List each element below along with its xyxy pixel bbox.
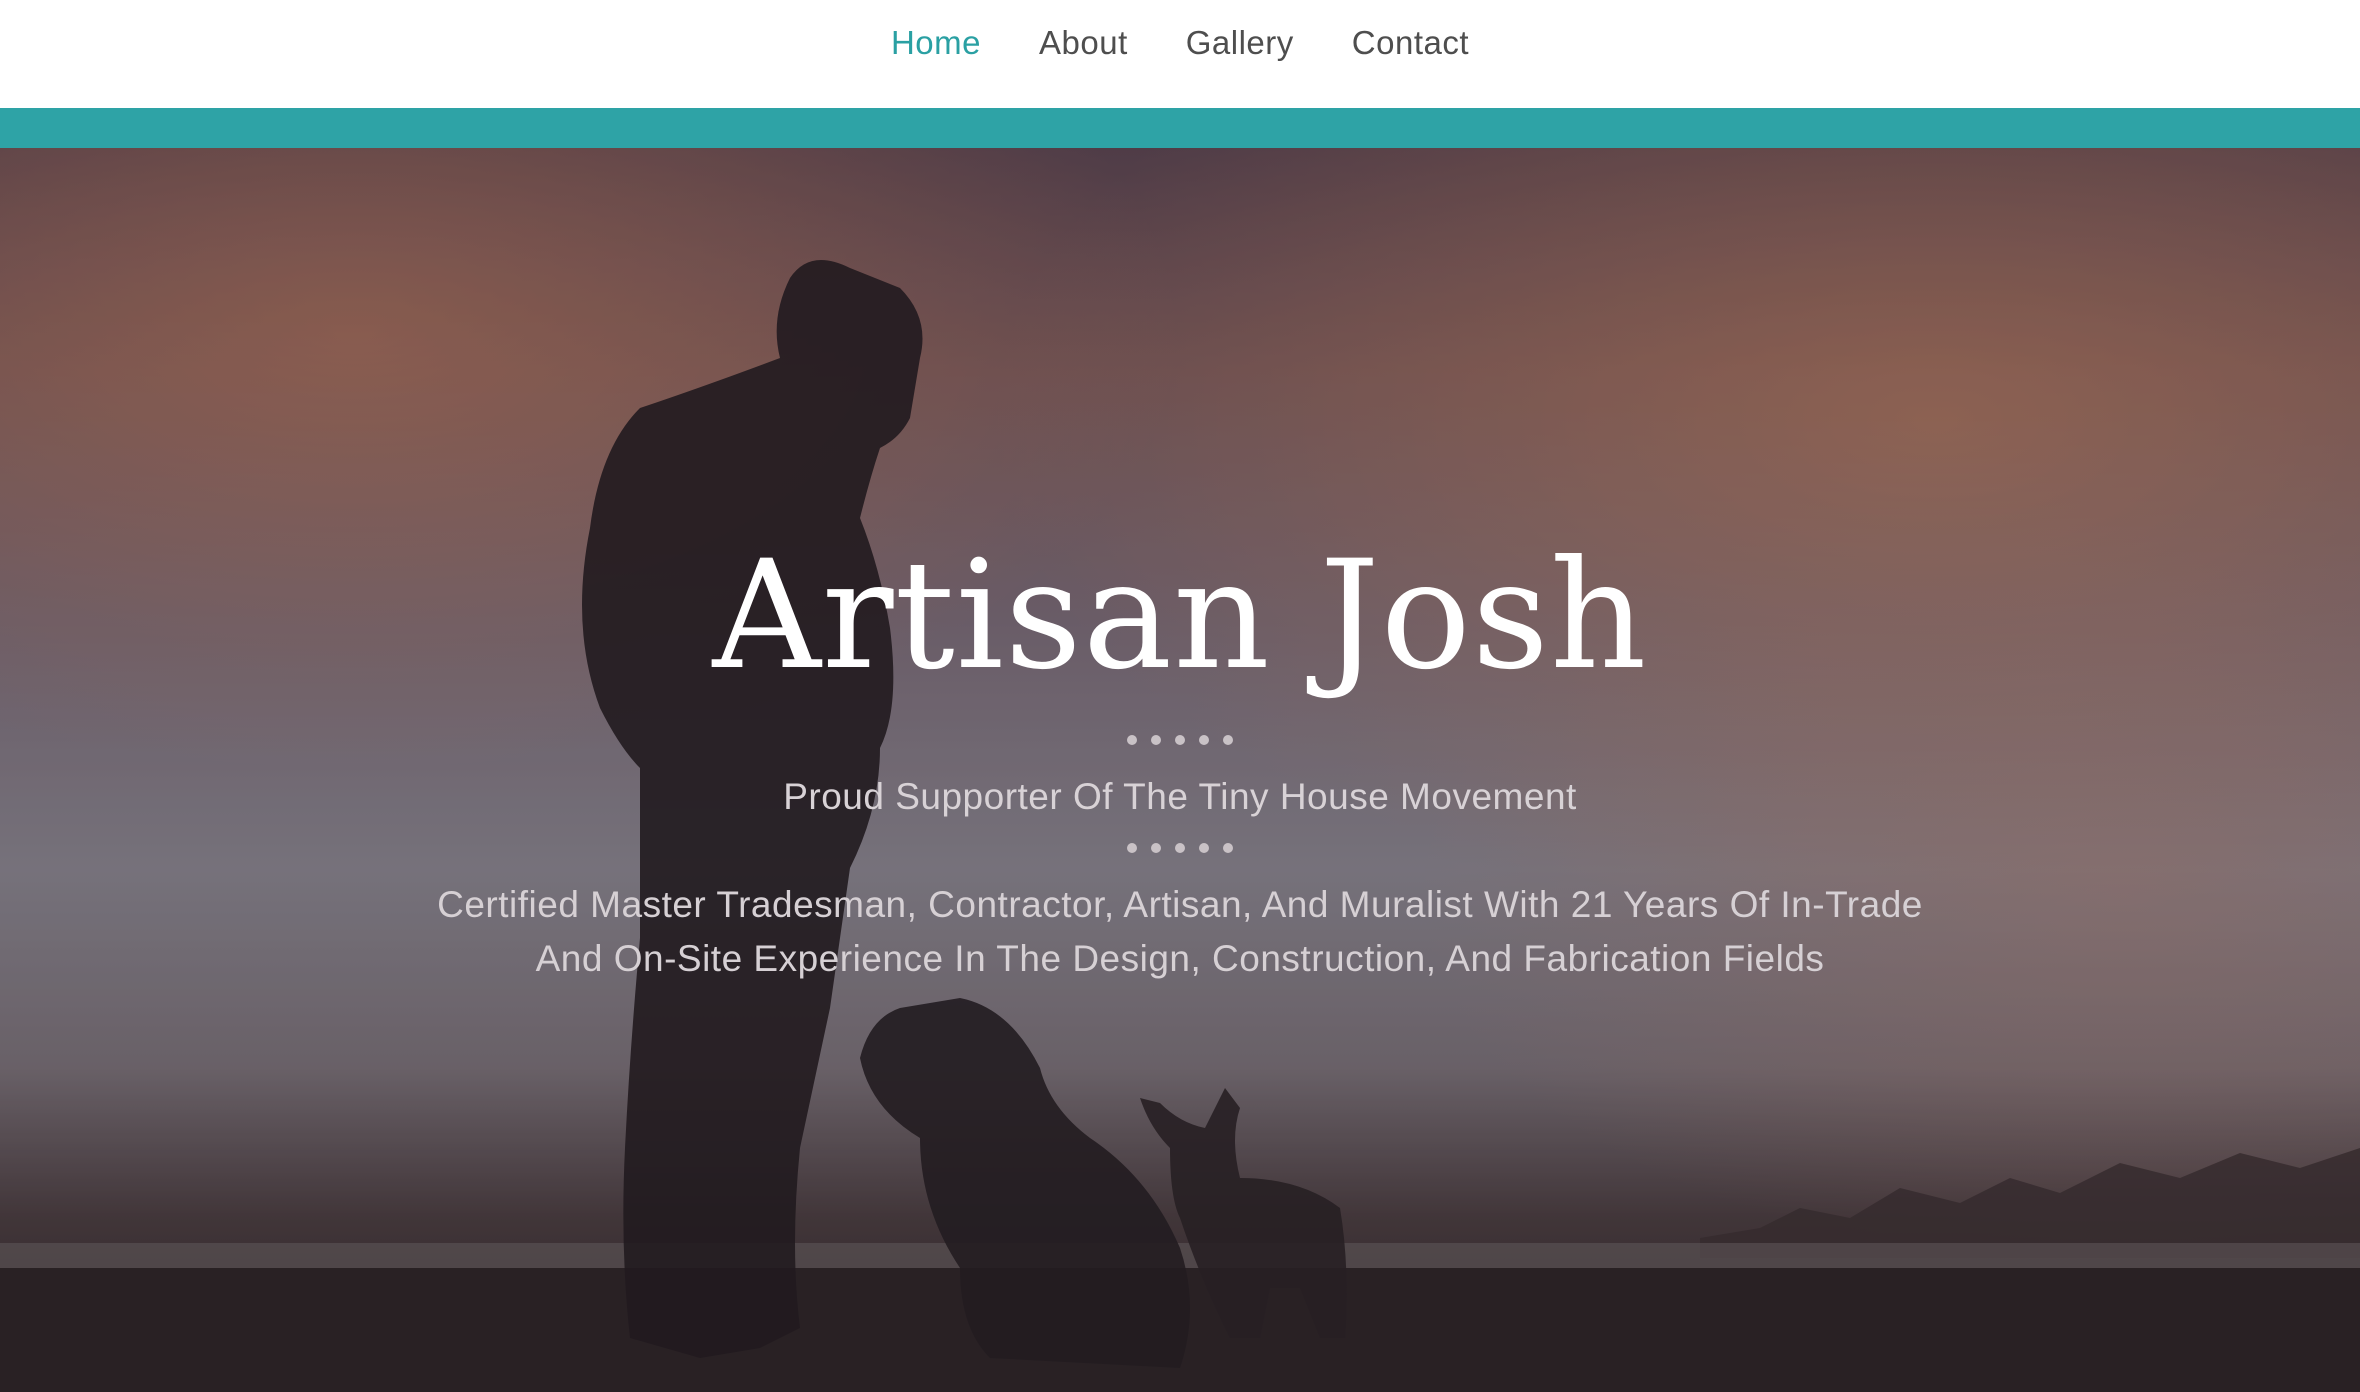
top-navigation: Home About Gallery Contact bbox=[0, 0, 2360, 108]
hero-title: Artisan Josh bbox=[712, 529, 1648, 703]
hero-description: Certified Master Tradesman, Contractor, … bbox=[437, 884, 1923, 979]
nav-link-gallery[interactable]: Gallery bbox=[1186, 24, 1294, 62]
dot-divider-bottom bbox=[0, 843, 2360, 857]
nav-link-home[interactable]: Home bbox=[891, 24, 981, 62]
nav-link-contact[interactable]: Contact bbox=[1352, 24, 1469, 62]
accent-bar bbox=[0, 108, 2360, 148]
dot-divider-top bbox=[0, 735, 2360, 749]
hero-subtitle: Proud Supporter Of The Tiny House Moveme… bbox=[783, 776, 1577, 817]
main-nav: Home About Gallery Contact bbox=[0, 0, 2360, 86]
hero-content: Artisan Josh Proud Supporter Of The Tiny… bbox=[0, 148, 2360, 1392]
nav-link-about[interactable]: About bbox=[1039, 24, 1128, 62]
hero-section: Artisan Josh Proud Supporter Of The Tiny… bbox=[0, 148, 2360, 1392]
